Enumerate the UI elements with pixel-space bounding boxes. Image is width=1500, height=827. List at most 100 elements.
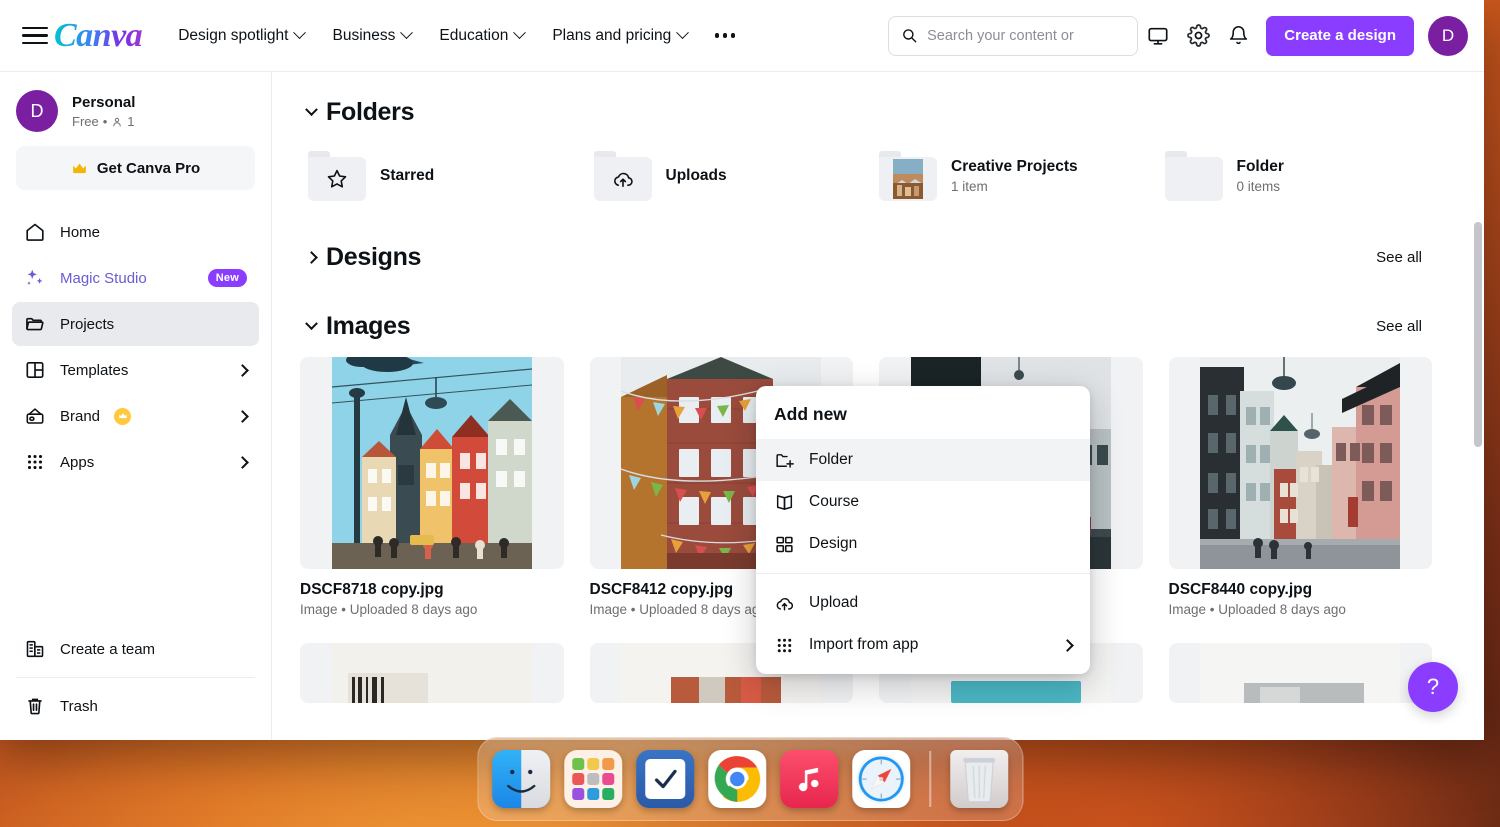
person-icon [111, 116, 123, 128]
folder-card-creative-projects[interactable]: Creative Projects 1 item [871, 143, 1147, 209]
sidebar-item-templates[interactable]: Templates [12, 348, 259, 392]
image-preview [332, 643, 532, 703]
new-badge: New [208, 269, 247, 287]
folder-item-count: 0 items [1237, 179, 1284, 194]
sidebar-item-label: Magic Studio [60, 270, 194, 287]
chevron-down-icon [513, 26, 526, 39]
sidebar-item-magic-studio[interactable]: Magic Studio New [12, 256, 259, 300]
top-navigation-bar: Canva Design spotlight Business Educatio… [0, 0, 1484, 72]
dock-app-google-chrome[interactable] [708, 750, 766, 808]
sidebar-item-label: Projects [60, 316, 247, 333]
chevron-right-icon [305, 251, 318, 264]
folder-name: Folder [1237, 158, 1284, 176]
nav-link-plans-and-pricing[interactable]: Plans and pricing [538, 18, 701, 54]
sidebar-item-create-a-team[interactable]: Create a team [12, 627, 259, 671]
sidebar-item-label: Brand [60, 408, 100, 425]
folder-icon [24, 313, 46, 335]
create-a-design-button[interactable]: Create a design [1266, 16, 1414, 56]
dock-app-finder[interactable] [492, 750, 550, 808]
dock-app-trash[interactable] [950, 750, 1008, 808]
sidebar-item-trash[interactable]: Trash [12, 684, 259, 728]
image-card[interactable]: DSCF8440 copy.jpg Image • Uploaded 8 day… [1169, 357, 1433, 617]
designs-see-all-link[interactable]: See all [1366, 243, 1432, 272]
menu-item-import-from-app[interactable]: Import from app [756, 624, 1090, 666]
image-meta: Image • Uploaded 8 days ago [1169, 602, 1433, 617]
dock-divider [929, 751, 931, 807]
dock-app-things[interactable] [636, 750, 694, 808]
search-input[interactable] [927, 28, 1125, 44]
dock-app-safari[interactable] [852, 750, 910, 808]
menu-item-folder[interactable]: Folder [756, 439, 1090, 481]
monitor-icon [1147, 25, 1169, 47]
nav-link-label: Education [439, 27, 508, 45]
gear-icon [1187, 24, 1210, 47]
nav-link-design-spotlight[interactable]: Design spotlight [164, 18, 318, 54]
avatar[interactable]: D [1428, 16, 1468, 56]
get-canva-pro-button[interactable]: Get Canva Pro [16, 146, 255, 190]
image-thumbnail[interactable] [300, 643, 564, 703]
folders-collapse-toggle[interactable] [300, 102, 322, 124]
settings-button[interactable] [1178, 16, 1218, 56]
folder-card-starred[interactable]: Starred [300, 143, 576, 209]
folder-name: Starred [380, 167, 434, 185]
image-card[interactable]: DSCF8718 copy.jpg Image • Uploaded 8 day… [300, 357, 564, 617]
dock-app-music[interactable] [780, 750, 838, 808]
sidebar-item-brand[interactable]: Brand [12, 394, 259, 438]
sidebar-item-home[interactable]: Home [12, 210, 259, 254]
sidebar-item-label: Apps [60, 454, 224, 471]
designs-section-header: Designs See all [300, 243, 1432, 272]
help-button[interactable]: ? [1408, 662, 1458, 712]
account-separator: • [103, 114, 108, 129]
crown-icon [71, 160, 88, 177]
images-collapse-toggle[interactable] [300, 316, 322, 338]
menu-item-course[interactable]: Course [756, 481, 1090, 523]
chevron-down-icon [401, 26, 414, 39]
display-settings-button[interactable] [1138, 16, 1178, 56]
brand-icon [24, 405, 46, 427]
search-box[interactable] [888, 16, 1138, 56]
image-card[interactable] [1169, 643, 1433, 703]
sidebar-bottom-section: Create a team Trash [0, 623, 271, 740]
chevron-down-icon [305, 103, 318, 116]
menu-item-label: Design [809, 535, 1072, 553]
menu-item-upload[interactable]: Upload [756, 582, 1090, 624]
pro-crown-badge [114, 408, 131, 425]
account-member-count: 1 [127, 114, 134, 129]
nav-link-business[interactable]: Business [318, 18, 425, 54]
safari-compass-icon [854, 752, 908, 806]
folder-thumbnail [594, 151, 652, 201]
bell-icon [1228, 25, 1249, 46]
sidebar-item-projects[interactable]: Projects [12, 302, 259, 346]
designs-section-title: Designs [326, 243, 421, 272]
folder-thumbnail [879, 151, 937, 201]
notifications-button[interactable] [1218, 16, 1258, 56]
more-menu-icon[interactable] [701, 21, 749, 49]
folder-card-uploads[interactable]: Uploads [586, 143, 862, 209]
image-card[interactable] [300, 643, 564, 703]
menu-item-design[interactable]: Design [756, 523, 1090, 565]
image-file-name: DSCF8718 copy.jpg [300, 581, 564, 599]
scrollbar-thumb[interactable] [1474, 222, 1482, 447]
building-icon [24, 638, 46, 660]
image-thumbnail[interactable] [1169, 643, 1433, 703]
designs-collapse-toggle[interactable] [300, 247, 322, 269]
account-switcher[interactable]: D Personal Free • 1 [0, 88, 271, 146]
folder-card-folder[interactable]: Folder 0 items [1157, 143, 1433, 209]
folder-thumbnail [308, 151, 366, 201]
sidebar-divider [16, 677, 255, 678]
chevron-down-icon [676, 26, 689, 39]
image-thumbnail[interactable] [1169, 357, 1433, 569]
account-plan: Free [72, 114, 99, 129]
canva-logo[interactable]: Canva [54, 19, 142, 53]
page-scrollbar[interactable] [1474, 152, 1482, 740]
images-see-all-link[interactable]: See all [1366, 312, 1432, 341]
sidebar-item-apps[interactable]: Apps [12, 440, 259, 484]
cloud-upload-icon [774, 593, 795, 614]
chevron-right-icon [1061, 639, 1074, 652]
hamburger-icon[interactable] [22, 25, 48, 47]
chevron-right-icon [236, 364, 249, 377]
image-thumbnail[interactable] [300, 357, 564, 569]
trash-icon [24, 695, 46, 717]
dock-app-launchpad[interactable] [564, 750, 622, 808]
nav-link-education[interactable]: Education [425, 18, 538, 54]
